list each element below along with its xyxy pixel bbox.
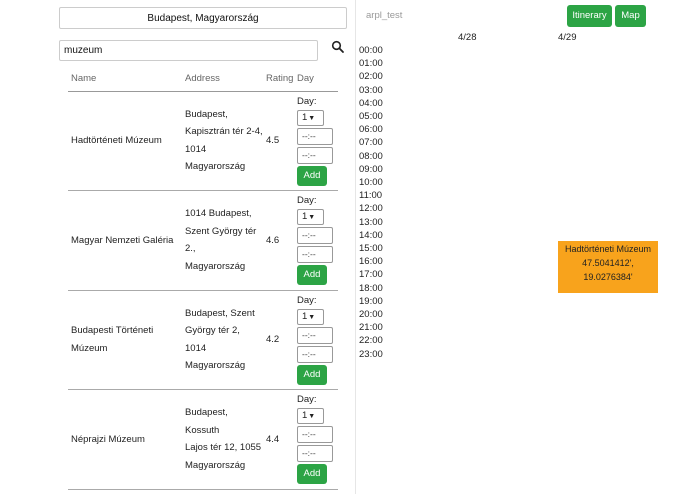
add-button[interactable]: Add — [297, 265, 327, 286]
hour-label: 21:00 — [359, 322, 383, 334]
hour-label: 12:00 — [359, 203, 383, 215]
place-rating: 4.5 — [263, 91, 294, 191]
table-row: Magyar Nemzeti Galéria 1014 Budapest, Sze… — [68, 190, 338, 291]
date-header: 4/29 — [558, 32, 577, 43]
day-select[interactable]: 1▼ — [297, 209, 324, 226]
day-controls: Day: 1▼ --:-- --:-- Add — [294, 389, 338, 490]
hour-label: 01:00 — [359, 58, 383, 70]
place-address: Budapest, Kapisztrán tér 2-4, 1014 Magyaror… — [182, 91, 263, 191]
map-button[interactable]: Map — [615, 5, 646, 27]
hour-label: 13:00 — [359, 216, 383, 228]
hour-label: 08:00 — [359, 150, 383, 162]
table-row: Budapesti Történeti Múzeum Budapest, Sze… — [68, 290, 338, 390]
end-time-input[interactable]: --:-- — [297, 445, 333, 463]
project-name: arpl_test — [366, 10, 403, 21]
place-address: 1014 Budapest, Szent György tér 2., Magyar… — [182, 190, 263, 291]
day-label: Day: — [297, 394, 317, 406]
hour-label: 15:00 — [359, 243, 383, 254]
day-controls: Day: 1▼ --:-- --:-- Add — [294, 190, 338, 291]
hour-label: 22:00 — [359, 335, 383, 347]
hour-label: 10:00 — [359, 177, 383, 188]
add-button[interactable]: Add — [297, 364, 327, 385]
add-button[interactable]: Add — [297, 464, 327, 485]
hour-label: 03:00 — [359, 84, 383, 96]
day-select[interactable]: 1▼ — [297, 308, 324, 325]
day-select[interactable]: 1▼ — [297, 408, 324, 425]
day-controls: Day: 1▼ --:-- --:-- Add — [294, 91, 338, 191]
start-time-input[interactable]: --:-- — [297, 227, 333, 245]
search-panel: Budapest, Magyarország Name Address Rati… — [0, 0, 355, 494]
city-label: Budapest, Magyarország — [147, 12, 259, 24]
day-label: Day: — [297, 294, 317, 306]
itinerary-event[interactable]: Hadtörténeti Múzeum 47.5041412', 19.0276… — [558, 241, 658, 293]
header-address: Address — [182, 67, 263, 92]
header-name: Name — [68, 67, 182, 92]
hour-label: 14:00 — [359, 229, 383, 241]
place-name: Néprajzi Múzeum — [68, 389, 182, 490]
hour-label: 00:00 — [359, 45, 383, 56]
day-label: Day: — [297, 195, 317, 207]
table-row: Néprajzi Múzeum Budapest, Kossuth Lajos t… — [68, 389, 338, 490]
event-title: Hadtörténeti Múzeum — [564, 244, 652, 254]
itinerary-panel: arpl_test Itinerary Map 4/28 4/29 00:00 … — [356, 0, 695, 494]
header-rating: Rating — [263, 67, 294, 92]
place-name: Budapesti Történeti Múzeum — [68, 290, 182, 390]
chevron-down-icon: ▼ — [308, 313, 316, 321]
event-coord-lat: 47.5041412', — [582, 258, 634, 268]
results-table: Name Address Rating Day Hadtörténeti Múz… — [68, 67, 338, 490]
header-day: Day — [294, 67, 338, 92]
chevron-down-icon: ▼ — [308, 413, 316, 421]
hour-label: 06:00 — [359, 124, 383, 136]
hour-label: 04:00 — [359, 97, 383, 109]
end-time-input[interactable]: --:-- — [297, 345, 333, 363]
city-selector[interactable]: Budapest, Magyarország — [59, 7, 347, 29]
itinerary-button[interactable]: Itinerary — [567, 5, 612, 27]
hour-label: 16:00 — [359, 256, 383, 268]
hour-label: 18:00 — [359, 282, 383, 294]
hour-label: 11:00 — [359, 190, 383, 202]
hour-label: 19:00 — [359, 295, 383, 307]
start-time-input[interactable]: --:-- — [297, 127, 333, 145]
place-name: Magyar Nemzeti Galéria — [68, 190, 182, 291]
place-rating: 4.2 — [263, 290, 294, 390]
hour-label: 09:00 — [359, 163, 383, 175]
search-input[interactable] — [59, 40, 318, 61]
start-time-input[interactable]: --:-- — [297, 426, 333, 444]
place-address: Budapest, Kossuth Lajos tér 12, 1055 Magya… — [182, 389, 263, 490]
hour-label: 02:00 — [359, 71, 383, 83]
end-time-input[interactable]: --:-- — [297, 146, 333, 164]
day-controls: Day: 1▼ --:-- --:-- Add — [294, 290, 338, 390]
place-name: Hadtörténeti Múzeum — [68, 91, 182, 191]
place-rating: 4.6 — [263, 190, 294, 291]
event-coord-lng: 19.0276384' — [583, 272, 633, 282]
day-label: Day: — [297, 95, 317, 107]
hour-label: 07:00 — [359, 137, 383, 149]
end-time-input[interactable]: --:-- — [297, 246, 333, 264]
hour-label: 20:00 — [359, 309, 383, 320]
hour-label: 23:00 — [359, 348, 383, 360]
hour-label: 05:00 — [359, 111, 383, 122]
place-address: Budapest, Szent György tér 2, 1014 Magyaro… — [182, 290, 263, 390]
date-header: 4/28 — [458, 32, 477, 43]
hour-label: 17:00 — [359, 269, 383, 281]
day-select[interactable]: 1▼ — [297, 109, 324, 126]
chevron-down-icon: ▼ — [308, 214, 316, 222]
table-row: Hadtörténeti Múzeum Budapest, Kapisztrán … — [68, 91, 338, 191]
search-icon[interactable] — [331, 40, 345, 54]
place-rating: 4.4 — [263, 389, 294, 490]
add-button[interactable]: Add — [297, 165, 327, 186]
start-time-input[interactable]: --:-- — [297, 326, 333, 344]
chevron-down-icon: ▼ — [308, 114, 316, 122]
